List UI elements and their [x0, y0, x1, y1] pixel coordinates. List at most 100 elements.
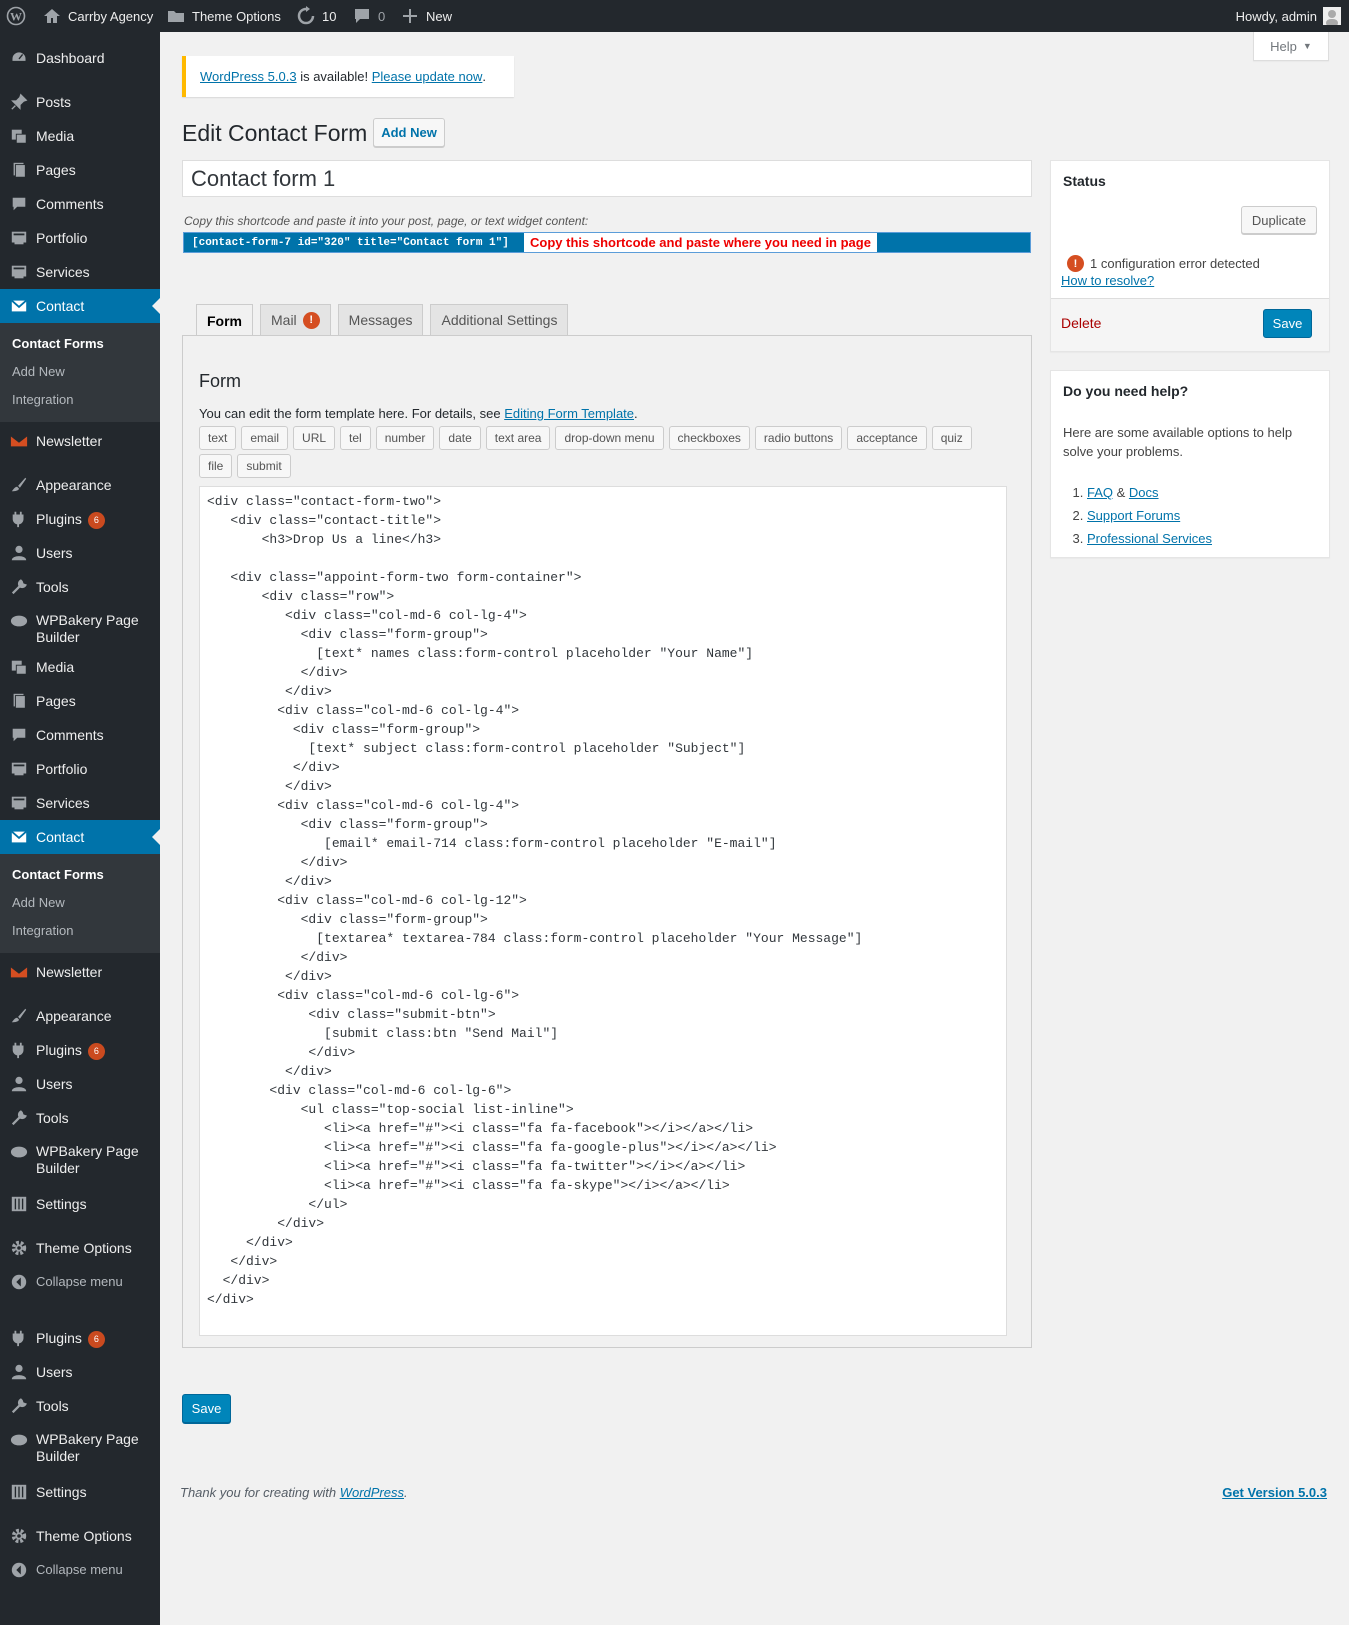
form-title-input[interactable]: [182, 160, 1032, 197]
sidebar-item-theme-options[interactable]: Theme Options: [0, 1231, 160, 1265]
help-box-title: Do you need help?: [1063, 383, 1189, 399]
tag-button-radio[interactable]: radio buttons: [754, 426, 843, 450]
wordpress-link[interactable]: WordPress: [340, 1485, 404, 1500]
faq-link[interactable]: FAQ: [1087, 485, 1113, 500]
sidebar-item-wpbakery-3[interactable]: WPBakery Page Builder: [0, 1423, 160, 1475]
sidebar-item-dashboard[interactable]: Dashboard: [0, 41, 160, 75]
portfolio-icon: [9, 228, 29, 248]
sidebar-item-wpbakery-2[interactable]: WPBakery Page Builder: [0, 1135, 160, 1187]
sidebar-item-posts[interactable]: Posts: [0, 85, 160, 119]
wordpress-logo-icon[interactable]: W: [6, 0, 26, 32]
tag-button-tel[interactable]: tel: [340, 426, 371, 450]
sidebar-item-pages[interactable]: Pages: [0, 153, 160, 187]
docs-link[interactable]: Docs: [1129, 485, 1159, 500]
shortcode-text[interactable]: [contact-form-7 id="320" title="Contact …: [184, 237, 524, 249]
professional-services-link[interactable]: Professional Services: [1087, 531, 1212, 546]
tag-button-number[interactable]: number: [375, 426, 435, 450]
tag-button-textarea[interactable]: text area: [485, 426, 551, 450]
add-new-button[interactable]: Add New: [373, 118, 445, 147]
sidebar-item-appearance[interactable]: Appearance: [0, 468, 160, 502]
sidebar-item-plugins-2[interactable]: Plugins 6: [0, 1033, 160, 1067]
tab-messages[interactable]: Messages: [337, 304, 424, 335]
tag-button-dropdown[interactable]: drop-down menu: [555, 426, 664, 450]
sidebar-item-pages-2[interactable]: Pages: [0, 684, 160, 718]
tag-button-submit[interactable]: submit: [237, 454, 291, 478]
sidebar-item-tools-3[interactable]: Tools: [0, 1389, 160, 1423]
sidebar-item-newsletter-2[interactable]: Newsletter: [0, 955, 160, 989]
sidebar-item-tools[interactable]: Tools: [0, 570, 160, 604]
home-icon: [44, 9, 60, 23]
duplicate-button[interactable]: Duplicate: [1241, 206, 1317, 234]
updates-link[interactable]: 10: [296, 0, 336, 32]
newsletter-icon: [9, 431, 29, 451]
tag-button-date[interactable]: date: [439, 426, 481, 450]
how-to-resolve-link[interactable]: How to resolve?: [1061, 273, 1154, 288]
list-item: FAQ & Docs: [1087, 481, 1212, 504]
status-save-button[interactable]: Save: [1263, 309, 1312, 338]
help-tab-button[interactable]: Help ▼: [1253, 32, 1329, 61]
sidebar-item-users-2[interactable]: Users: [0, 1067, 160, 1101]
tag-button-text[interactable]: text: [199, 426, 237, 450]
sidebar-item-appearance-2[interactable]: Appearance: [0, 999, 160, 1033]
sidebar-item-portfolio[interactable]: Portfolio: [0, 221, 160, 255]
site-name-link[interactable]: Carrby Agency: [42, 0, 153, 32]
tag-button-quiz[interactable]: quiz: [931, 426, 972, 450]
wpbakery-icon: [9, 1430, 29, 1450]
comments-icon: [9, 194, 29, 214]
sidebar-item-media-2[interactable]: Media: [0, 650, 160, 684]
sidebar-item-services[interactable]: Services: [0, 255, 160, 289]
sidebar-item-theme-options-2[interactable]: Theme Options: [0, 1519, 160, 1553]
new-content-link[interactable]: New: [400, 0, 452, 32]
collapse-menu-button[interactable]: Collapse menu: [0, 1265, 160, 1299]
get-version-link[interactable]: Get Version 5.0.3: [1222, 1485, 1327, 1500]
tag-button-file[interactable]: file: [199, 454, 233, 478]
sidebar-item-plugins[interactable]: Plugins 6: [0, 502, 160, 536]
tag-button-checkboxes[interactable]: checkboxes: [668, 426, 750, 450]
comment-icon: [355, 9, 369, 23]
wordpress-version-link[interactable]: WordPress 5.0.3: [200, 69, 297, 84]
sidebar-item-tools-2[interactable]: Tools: [0, 1101, 160, 1135]
tag-button-url[interactable]: URL: [293, 426, 336, 450]
delete-link[interactable]: Delete: [1061, 315, 1101, 331]
sidebar-item-users[interactable]: Users: [0, 536, 160, 570]
theme-options-link[interactable]: Theme Options: [166, 0, 281, 32]
sidebar-item-media[interactable]: Media: [0, 119, 160, 153]
tab-additional-settings[interactable]: Additional Settings: [430, 304, 569, 335]
sidebar-item-plugins-3[interactable]: Plugins 6: [0, 1321, 160, 1355]
sidebar-item-comments[interactable]: Comments: [0, 187, 160, 221]
sidebar-item-newsletter[interactable]: Newsletter: [0, 424, 160, 458]
sidebar-item-contact[interactable]: Contact: [0, 289, 160, 323]
contact-submenu: Contact Forms Add New Integration: [0, 323, 160, 422]
sidebar-item-wpbakery[interactable]: WPBakery Page Builder: [0, 604, 160, 656]
sidebar-item-settings-2[interactable]: Settings: [0, 1475, 160, 1509]
sidebar-item-comments-2[interactable]: Comments: [0, 718, 160, 752]
media-icon: [9, 657, 29, 677]
tag-button-acceptance[interactable]: acceptance: [847, 426, 927, 450]
plug-icon: [9, 509, 29, 529]
save-button[interactable]: Save: [182, 1394, 231, 1423]
update-now-link[interactable]: Please update now: [372, 69, 483, 84]
form-template-editor[interactable]: <div class="contact-form-two"> <div clas…: [199, 486, 1007, 1336]
my-account[interactable]: Howdy, admin: [1236, 0, 1341, 32]
dashboard-icon: [9, 48, 29, 68]
sidebar-item-contact-2[interactable]: Contact: [0, 820, 160, 854]
sidebar-item-users-3[interactable]: Users: [0, 1355, 160, 1389]
sidebar-item-settings[interactable]: Settings: [0, 1187, 160, 1221]
shortcode-bar[interactable]: [contact-form-7 id="320" title="Contact …: [183, 232, 1031, 253]
submenu-contact-forms[interactable]: Contact Forms: [0, 330, 160, 358]
tab-form[interactable]: Form: [196, 304, 253, 336]
submenu-integration-2[interactable]: Integration: [0, 917, 160, 945]
submenu-integration[interactable]: Integration: [0, 386, 160, 414]
submenu-contact-forms-2[interactable]: Contact Forms: [0, 861, 160, 889]
support-forums-link[interactable]: Support Forums: [1087, 508, 1180, 523]
sidebar-item-services-2[interactable]: Services: [0, 786, 160, 820]
submenu-add-new-2[interactable]: Add New: [0, 889, 160, 917]
tag-button-email[interactable]: email: [241, 426, 289, 450]
tab-mail[interactable]: Mail!: [260, 304, 331, 335]
editing-form-template-link[interactable]: Editing Form Template: [504, 406, 634, 421]
comments-link[interactable]: 0: [352, 0, 385, 32]
editor-tabs: Form Mail! Messages Additional Settings: [196, 304, 569, 336]
collapse-menu-button-2[interactable]: Collapse menu: [0, 1553, 160, 1587]
sidebar-item-portfolio-2[interactable]: Portfolio: [0, 752, 160, 786]
submenu-add-new[interactable]: Add New: [0, 358, 160, 386]
